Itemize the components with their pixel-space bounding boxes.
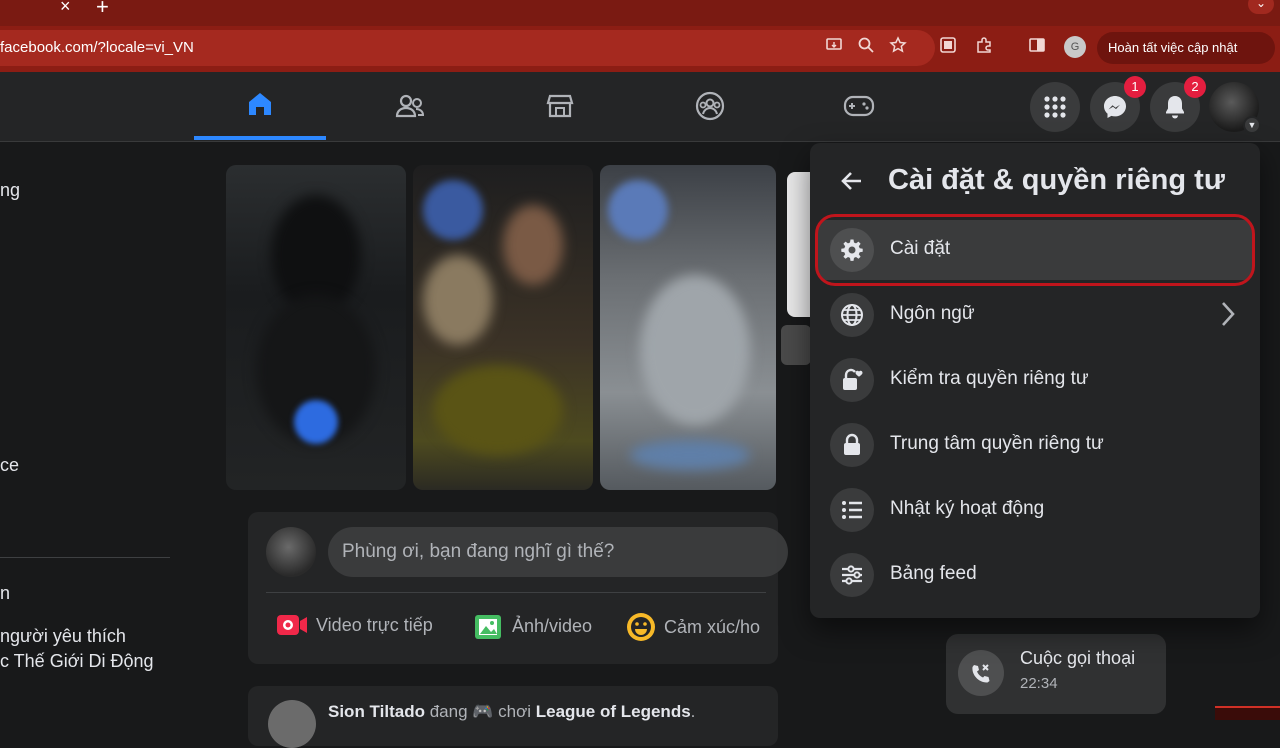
facebook-top-nav: 1 2 ▼: [0, 72, 1280, 142]
menu-item-label: Ngôn ngữ: [890, 303, 975, 324]
sidebar-shortcut[interactable]: c Thế Giới Di Động: [0, 651, 154, 672]
menu-title: Cài đặt & quyền riêng tư: [888, 164, 1225, 196]
post-author-avatar[interactable]: [268, 700, 316, 748]
sliders-icon: [830, 553, 874, 597]
notifications-badge: 2: [1184, 76, 1206, 98]
profile-avatar[interactable]: G: [1064, 36, 1086, 58]
new-tab-button[interactable]: +: [96, 0, 109, 20]
call-title: Cuộc gọi thoại: [1020, 648, 1136, 668]
bookmark-star-icon[interactable]: [887, 36, 909, 58]
browser-tab-strip: × + ⌄: [0, 0, 1280, 26]
lock-heart-icon: [830, 358, 874, 402]
sidebar-shortcut[interactable]: người yêu thích: [0, 626, 126, 647]
url-text[interactable]: facebook.com/?locale=vi_VN: [0, 39, 194, 56]
list-icon: [830, 488, 874, 532]
back-button[interactable]: [834, 163, 870, 199]
tab-marketplace[interactable]: [494, 72, 626, 140]
side-panel-icon[interactable]: [1026, 36, 1048, 58]
menu-item-label: Bảng feed: [890, 563, 977, 584]
post-activity: đang 🎮 chơi: [429, 702, 532, 721]
composer-avatar[interactable]: [266, 527, 316, 577]
live-video-label: Video trực tiếp: [316, 614, 433, 635]
live-video-icon: [277, 615, 307, 635]
arrow-left-icon: [841, 172, 861, 190]
chevron-down-icon[interactable]: ▼: [1243, 116, 1261, 134]
grid-menu-icon: [1044, 96, 1066, 118]
extensions-puzzle-icon[interactable]: [973, 36, 995, 58]
feeling-label: Cảm xúc/ho: [664, 616, 761, 637]
tab-search-button[interactable]: ⌄: [1248, 0, 1274, 14]
menu-item-privacy-checkup[interactable]: Kiểm tra quyền riêng tư: [818, 350, 1252, 410]
complete-update-button[interactable]: Hoàn tất việc cập nhật: [1097, 32, 1275, 64]
corner-thumbnail: [1215, 706, 1280, 720]
menu-item-label: Nhật ký hoạt động: [890, 498, 1045, 519]
tab-groups[interactable]: [644, 72, 776, 140]
tab-friends[interactable]: [344, 72, 476, 140]
post-game[interactable]: League of Legends: [536, 702, 691, 721]
address-bar[interactable]: facebook.com/?locale=vi_VN: [0, 30, 935, 66]
menu-item-feed-preferences[interactable]: Bảng feed: [818, 545, 1252, 605]
contact-avatar[interactable]: [781, 325, 811, 365]
post-header: Sion Tiltado đang 🎮 chơi League of Legen…: [328, 702, 696, 721]
menu-item-label: Kiểm tra quyền riêng tư: [890, 368, 1089, 389]
gaming-icon: [843, 95, 875, 117]
home-icon: [249, 93, 271, 115]
friends-icon: [395, 94, 425, 118]
notifications-button[interactable]: 2: [1150, 76, 1206, 132]
browser-toolbar: facebook.com/?locale=vi_VN G Hoàn tất vi…: [0, 26, 1280, 72]
photo-video-label: Ảnh/video: [512, 615, 593, 636]
story-card[interactable]: [226, 165, 406, 490]
sidebar-fragment: n: [0, 583, 11, 603]
call-notification[interactable]: Cuộc gọi thoại 22:34: [946, 634, 1166, 714]
chevron-right-icon: [1222, 302, 1235, 326]
post-author[interactable]: Sion Tiltado: [328, 702, 425, 721]
composer-divider: [266, 592, 766, 593]
messenger-icon: [1104, 96, 1126, 118]
menu-item-privacy-center[interactable]: Trung tâm quyền riêng tư: [818, 415, 1252, 475]
tab-gaming[interactable]: [793, 72, 925, 140]
menu-item-language[interactable]: Ngôn ngữ: [818, 285, 1252, 345]
install-app-icon[interactable]: [823, 36, 845, 58]
tab-close-button[interactable]: ×: [60, 0, 71, 17]
groups-icon: [695, 91, 725, 121]
story-card-partial[interactable]: [787, 172, 811, 317]
post-composer: Phùng ơi, bạn đang nghĩ gì thế? Video tr…: [248, 512, 788, 664]
bell-icon: [1166, 96, 1184, 119]
menu-item-label: Trung tâm quyền riêng tư: [890, 433, 1104, 454]
feed-post: Sion Tiltado đang 🎮 chơi League of Legen…: [248, 686, 778, 748]
story-card[interactable]: [600, 165, 776, 490]
smiley-icon: [627, 613, 655, 641]
missed-call-icon: [958, 650, 1004, 696]
menu-button[interactable]: [1030, 82, 1080, 132]
call-time: 22:34: [1020, 675, 1058, 692]
messenger-badge: 1: [1124, 76, 1146, 98]
photo-icon: [475, 615, 501, 639]
screenshot-extension-icon[interactable]: [937, 36, 959, 58]
zoom-icon[interactable]: [855, 36, 877, 58]
composer-input[interactable]: Phùng ơi, bạn đang nghĩ gì thế?: [328, 527, 788, 577]
globe-icon: [830, 293, 874, 337]
highlight-annotation: [815, 214, 1255, 286]
sidebar-divider: [0, 557, 170, 558]
photo-video-button[interactable]: Ảnh/video: [474, 612, 592, 640]
story-card[interactable]: [413, 165, 593, 490]
tab-home[interactable]: [194, 72, 326, 140]
lock-icon: [830, 423, 874, 467]
feeling-button[interactable]: Cảm xúc/ho: [626, 612, 760, 642]
marketplace-icon: [546, 94, 574, 118]
live-video-button[interactable]: Video trực tiếp: [276, 612, 433, 638]
menu-item-activity-log[interactable]: Nhật ký hoạt động: [818, 480, 1252, 540]
sidebar-fragment[interactable]: ce: [0, 455, 19, 476]
sidebar-fragment[interactable]: ng: [0, 180, 20, 201]
messenger-button[interactable]: 1: [1090, 76, 1146, 132]
